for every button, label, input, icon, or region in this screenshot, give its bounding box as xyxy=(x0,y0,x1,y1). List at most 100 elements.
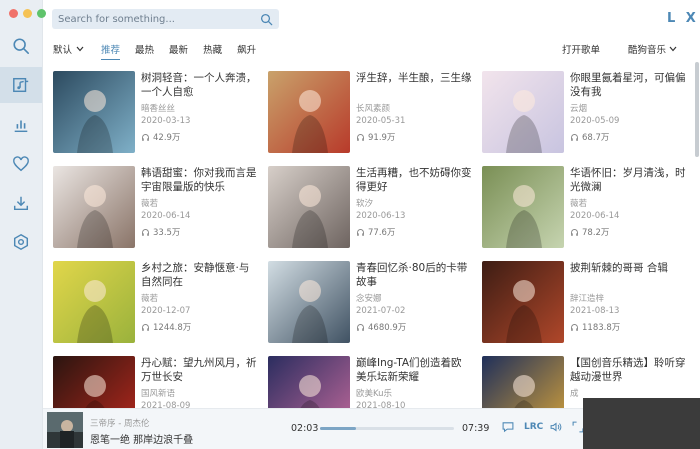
tab-newest[interactable]: 最新 xyxy=(169,42,188,56)
playlist-info: 生活再糟，也不妨碍你变得更好软汐 2020-06-13 77.6万 xyxy=(356,166,472,238)
dark-overlay xyxy=(583,398,700,449)
source-dropdown[interactable]: 酷狗音乐 xyxy=(614,42,677,56)
nav-download[interactable] xyxy=(0,185,42,221)
playlist-date: 2021-08-10 xyxy=(356,401,406,408)
headphone-icon xyxy=(571,323,578,331)
playlist-title[interactable]: 披荆斩棘的哥哥 合辑 xyxy=(570,261,686,289)
scrollbar-thumb[interactable] xyxy=(695,62,699,157)
total-time: 07:39 xyxy=(462,423,490,434)
playlist-title[interactable]: 生活再糟，也不妨碍你变得更好 xyxy=(356,166,472,194)
playlist-author: 暗香丝丝 xyxy=(141,104,176,114)
playlist-cover[interactable] xyxy=(482,261,564,343)
playlist-grid: 树洞轻音：一个人奔溃，一个人自愈暗香丝丝 2020-03-13 42.9万 浮生辞，半… xyxy=(53,71,693,408)
progress-bar[interactable] xyxy=(320,427,454,430)
playlist-title[interactable]: 巅峰Ing-TA们创造着欧美乐坛新荣耀 xyxy=(356,356,472,384)
playlist-info: 青春回忆杀·80后的卡带故事 念安娜 2021-07-02 4680.9万 xyxy=(356,261,472,333)
play-count: 78.2万 xyxy=(570,226,686,238)
playlist-date: 2020-03-13 xyxy=(141,116,191,126)
open-playlist-button[interactable]: 打开歌单 xyxy=(562,42,600,56)
playlist-author: 长风素颜 xyxy=(356,104,391,114)
playlist-card[interactable]: 华语怀旧：岁月清浅，时光微澜 薇若 2020-06-14 78.2万 xyxy=(482,166,687,248)
playlist-title[interactable]: 丹心赋：望九州风月，祈万世长安 xyxy=(141,356,257,384)
volume-icon xyxy=(550,422,562,432)
playlist-cover[interactable] xyxy=(53,356,135,408)
playlist-card[interactable]: 韩语甜蜜：你对我而言是宇宙限量版的快乐 薇若 2020-06-14 33.5万 xyxy=(53,166,258,248)
lrc-button[interactable]: LRC xyxy=(524,422,543,432)
playlist-cover[interactable] xyxy=(268,356,350,408)
playlist-title[interactable]: 乡村之旅：安静惬意·与自然同在 xyxy=(141,261,257,289)
playlist-info: 华语怀旧：岁月清浅，时光微澜 薇若 2020-06-14 78.2万 xyxy=(570,166,686,238)
now-playing-song: 三帝序 - 周杰伦 xyxy=(90,419,150,429)
playlist-author: 国风新语 xyxy=(141,389,176,399)
playlist-cover[interactable] xyxy=(53,261,135,343)
sort-default-dropdown[interactable]: 默认 xyxy=(53,42,84,56)
playlist-title[interactable]: 浮生辞，半生酿，三生缘 xyxy=(356,71,472,99)
playlist-cover[interactable] xyxy=(482,166,564,248)
tab-recommend[interactable]: 推荐 xyxy=(101,42,121,60)
current-time: 02:03 xyxy=(291,423,319,434)
playlist-card[interactable]: 青春回忆杀·80后的卡带故事 念安娜 2021-07-02 4680.9万 xyxy=(268,261,473,343)
playlist-author: 软汐 xyxy=(356,199,374,209)
playlist-card[interactable]: 披荆斩棘的哥哥 合辑 辞江造梓 2021-08-13 1183.8万 xyxy=(482,261,687,343)
window-controls xyxy=(9,9,46,18)
playlist-card[interactable]: 生活再糟，也不妨碍你变得更好软汐 2020-06-13 77.6万 xyxy=(268,166,473,248)
playlist-info: 巅峰Ing-TA们创造着欧美乐坛新荣耀欧美Ku乐 2021-08-10 xyxy=(356,356,472,408)
playlist-cover[interactable] xyxy=(268,261,350,343)
download-icon xyxy=(13,196,29,211)
heart-icon xyxy=(13,156,29,172)
playlist-cover[interactable] xyxy=(482,356,564,408)
nav-favorites[interactable] xyxy=(0,146,42,182)
playlist-title[interactable]: 你眼里氤着星河，可偏偏没有我 xyxy=(570,71,686,99)
playlist-title[interactable]: 树洞轻音：一个人奔溃，一个人自愈 xyxy=(141,71,257,99)
comment-button[interactable] xyxy=(501,420,515,434)
tab-hottest[interactable]: 最热 xyxy=(135,42,154,56)
playlist-cover[interactable] xyxy=(268,71,350,153)
nav-leaderboard[interactable] xyxy=(0,107,42,143)
playlist-cover[interactable] xyxy=(268,166,350,248)
search-input[interactable] xyxy=(58,13,260,25)
play-count-value: 33.5万 xyxy=(153,228,181,238)
now-playing-cover[interactable] xyxy=(47,412,83,448)
playlist-card[interactable]: 你眼里氤着星河，可偏偏没有我 云烟 2020-05-09 68.7万 xyxy=(482,71,687,153)
playlist-author: 念安娜 xyxy=(356,294,382,304)
playlist-info: 你眼里氤着星河，可偏偏没有我 云烟 2020-05-09 68.7万 xyxy=(570,71,686,143)
search-icon[interactable] xyxy=(260,13,273,26)
playlist-cover[interactable] xyxy=(53,71,135,153)
play-count-value: 4680.9万 xyxy=(368,323,407,333)
volume-button[interactable] xyxy=(549,420,563,434)
maximize-window-button[interactable] xyxy=(37,9,46,18)
tab-rising[interactable]: 飙升 xyxy=(237,42,256,56)
nav-song-list[interactable] xyxy=(0,67,42,103)
play-count: 91.9万 xyxy=(356,131,472,143)
nav-search[interactable] xyxy=(0,28,42,64)
playlist-info: 乡村之旅：安静惬意·与自然同在 薇若 2020-12-07 1244.8万 xyxy=(141,261,257,333)
close-window-button[interactable] xyxy=(9,9,18,18)
tab-hot-collected[interactable]: 热藏 xyxy=(203,42,222,56)
playlist-title[interactable]: 青春回忆杀·80后的卡带故事 xyxy=(356,261,472,289)
playlist-title[interactable]: 【国创音乐精选】聆听穿越动漫世界 xyxy=(570,356,686,384)
headphone-icon xyxy=(571,133,578,141)
settings-icon xyxy=(13,233,29,251)
playlist-card[interactable]: 浮生辞，半生酿，三生缘 长风素颜 2020-05-31 91.9万 xyxy=(268,71,473,153)
play-count: 1183.8万 xyxy=(570,321,686,333)
playlist-card[interactable]: 乡村之旅：安静惬意·与自然同在 薇若 2020-12-07 1244.8万 xyxy=(53,261,258,343)
playlist-date: 2020-06-13 xyxy=(356,211,406,221)
playlist-author: 云烟 xyxy=(570,104,588,114)
playlist-date: 2020-06-14 xyxy=(570,211,620,221)
playlist-card[interactable]: 丹心赋：望九州风月，祈万世长安 国风新语 2021-08-09 xyxy=(53,356,258,408)
play-count-value: 42.9万 xyxy=(153,133,181,143)
playlist-author: 欧美Ku乐 xyxy=(356,389,393,399)
playlist-cover[interactable] xyxy=(53,166,135,248)
minimize-window-button[interactable] xyxy=(23,9,32,18)
play-count-value: 1183.8万 xyxy=(582,323,621,333)
playlist-card[interactable]: 树洞轻音：一个人奔溃，一个人自愈暗香丝丝 2020-03-13 42.9万 xyxy=(53,71,258,153)
playlist-cover[interactable] xyxy=(482,71,564,153)
play-count: 68.7万 xyxy=(570,131,686,143)
nav-settings[interactable] xyxy=(0,224,42,260)
play-count: 77.6万 xyxy=(356,226,472,238)
playlist-card[interactable]: 巅峰Ing-TA们创造着欧美乐坛新荣耀欧美Ku乐 2021-08-10 xyxy=(268,356,473,408)
play-count: 33.5万 xyxy=(141,226,257,238)
playlist-info: 浮生辞，半生酿，三生缘 长风素颜 2020-05-31 91.9万 xyxy=(356,71,472,143)
playlist-title[interactable]: 华语怀旧：岁月清浅，时光微澜 xyxy=(570,166,686,194)
playlist-title[interactable]: 韩语甜蜜：你对我而言是宇宙限量版的快乐 xyxy=(141,166,257,194)
